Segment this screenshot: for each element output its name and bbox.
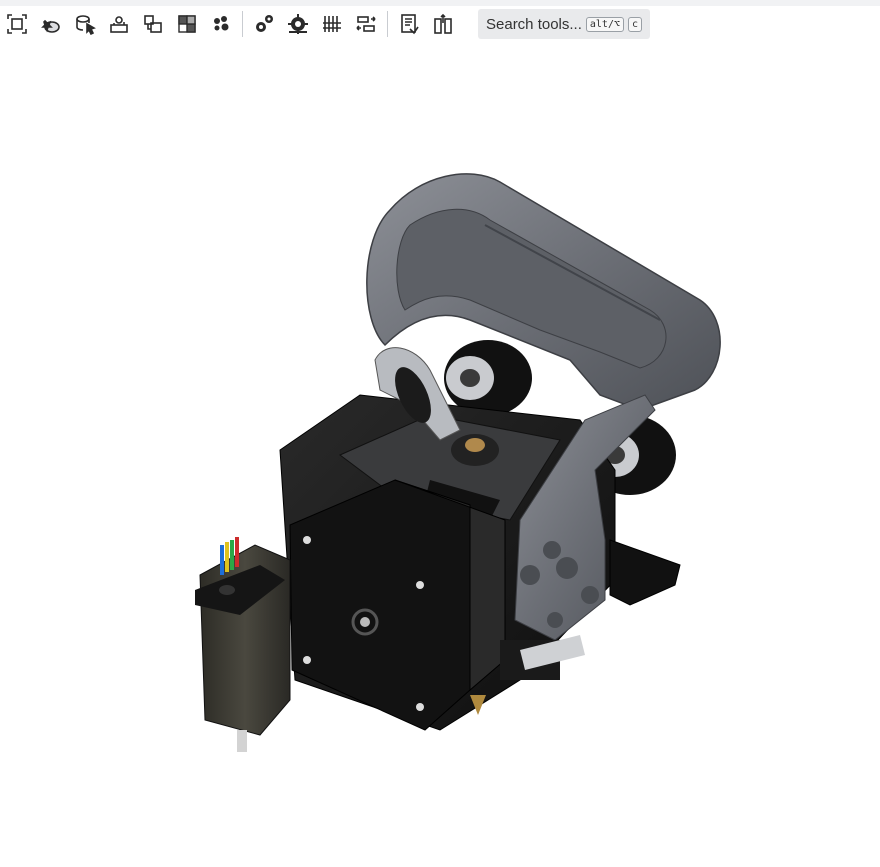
replicate-icon (110, 16, 128, 33)
mate-connector-icon (256, 15, 273, 32)
assembly-toolbar: Search tools... alt/⌥ c (0, 6, 880, 42)
assembly-model-render (195, 173, 721, 752)
select-part-icon (76, 15, 96, 35)
section-view-button[interactable] (170, 7, 204, 41)
replicate-button[interactable] (102, 7, 136, 41)
select-part-button[interactable] (68, 7, 102, 41)
graphics-viewport[interactable] (0, 42, 880, 862)
rack-relation-icon (323, 16, 341, 32)
toolbar-separator (242, 11, 243, 37)
fit-view-button[interactable] (0, 7, 34, 41)
gear-relation-icon (288, 14, 308, 34)
exploded-view-icon (214, 16, 229, 31)
bill-of-materials-icon (401, 14, 419, 35)
exploded-view-button[interactable] (204, 7, 238, 41)
insert-part-button[interactable] (34, 7, 68, 41)
search-tools-label: Search tools... (486, 15, 582, 33)
linear-relation-icon (356, 16, 376, 32)
rack-relation-button[interactable] (315, 7, 349, 41)
mate-connector-button[interactable] (247, 7, 281, 41)
shortcut-key: c (628, 16, 643, 32)
pattern-button[interactable] (136, 7, 170, 41)
bed-probe (195, 537, 291, 752)
search-tools-field[interactable]: Search tools... alt/⌥ c (478, 9, 651, 39)
measure-button[interactable] (426, 7, 460, 41)
shortcut-modifier-key: alt/⌥ (585, 16, 624, 32)
gear-relation-button[interactable] (281, 7, 315, 41)
linear-relation-button[interactable] (349, 7, 383, 41)
measure-icon (434, 13, 452, 34)
fit-view-icon (7, 14, 27, 34)
pattern-icon (144, 15, 162, 33)
section-view-icon (178, 15, 196, 33)
toolbar-separator (387, 11, 388, 37)
bill-of-materials-button[interactable] (392, 7, 426, 41)
side-bracket (609, 539, 681, 606)
insert-part-icon (41, 19, 60, 33)
